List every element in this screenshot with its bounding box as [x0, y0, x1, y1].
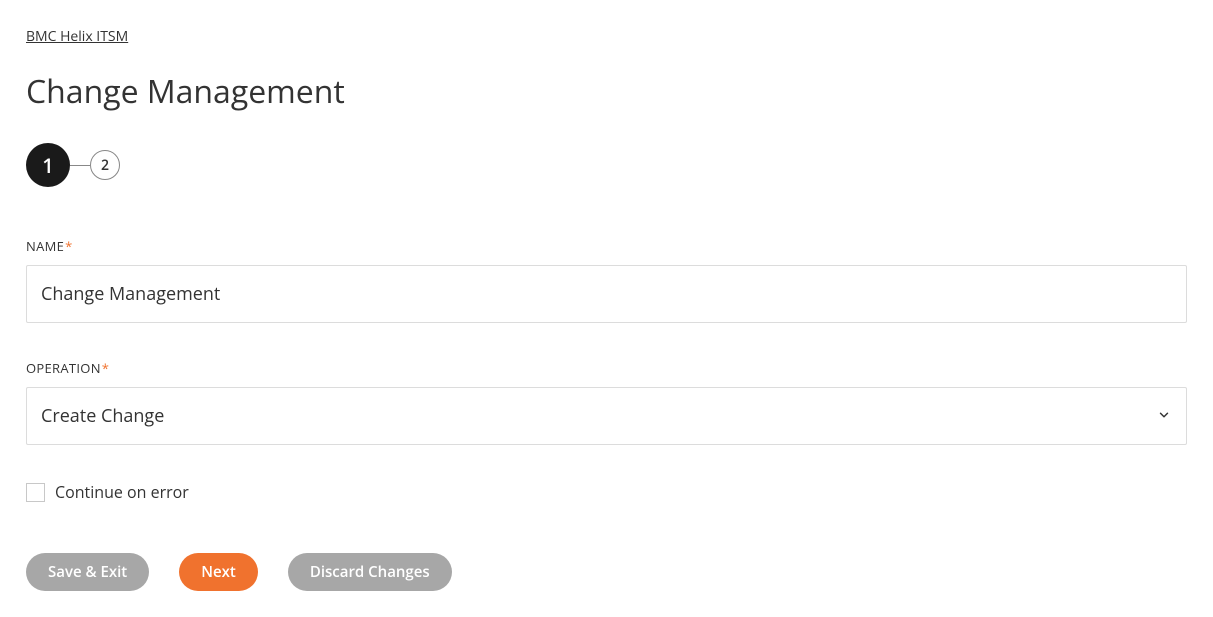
- continue-on-error-checkbox[interactable]: [26, 483, 45, 502]
- name-input[interactable]: [26, 265, 1187, 323]
- required-star-icon: *: [102, 359, 109, 377]
- name-label-text: NAME: [26, 237, 64, 255]
- operation-label-text: OPERATION: [26, 359, 101, 377]
- discard-changes-button[interactable]: Discard Changes: [288, 553, 452, 591]
- operation-field-group: OPERATION* Create Change: [26, 359, 1187, 445]
- continue-on-error-row: Continue on error: [26, 481, 1187, 503]
- step-connector: [70, 165, 90, 166]
- next-button[interactable]: Next: [179, 553, 258, 591]
- operation-select[interactable]: Create Change: [26, 387, 1187, 445]
- step-2[interactable]: 2: [90, 150, 120, 180]
- name-label: NAME*: [26, 237, 1187, 255]
- save-exit-button[interactable]: Save & Exit: [26, 553, 149, 591]
- operation-label: OPERATION*: [26, 359, 1187, 377]
- stepper: 1 2: [26, 143, 1187, 187]
- breadcrumb[interactable]: BMC Helix ITSM: [26, 27, 128, 46]
- step-1[interactable]: 1: [26, 143, 70, 187]
- name-field-group: NAME*: [26, 237, 1187, 323]
- continue-on-error-label: Continue on error: [55, 481, 189, 503]
- required-star-icon: *: [65, 237, 72, 255]
- button-row: Save & Exit Next Discard Changes: [26, 553, 1187, 591]
- page-title: Change Management: [26, 70, 1187, 113]
